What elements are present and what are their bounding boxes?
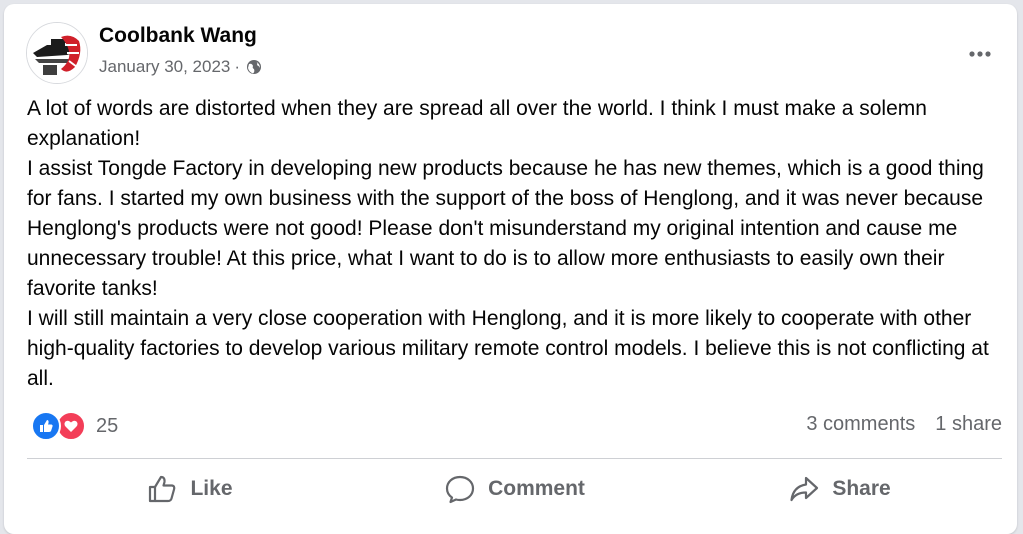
post-meta: January 30, 2023 · [99, 57, 262, 77]
like-reaction-icon [31, 411, 61, 441]
post-paragraph: I will still maintain a very close coope… [27, 307, 989, 390]
avatar-logo-icon [27, 23, 87, 83]
share-button[interactable]: Share [677, 463, 1002, 515]
like-label: Like [190, 477, 233, 500]
reaction-count[interactable]: 25 [96, 415, 118, 438]
more-options-button[interactable] [962, 36, 998, 72]
comment-label: Comment [488, 477, 585, 500]
thumbs-up-icon [149, 475, 176, 503]
post-body: A lot of words are distorted when they a… [27, 94, 1007, 394]
reactions-summary[interactable]: 25 [31, 411, 118, 441]
post-header: Coolbank Wang January 30, 2023 · [26, 20, 1006, 84]
comment-button[interactable]: Comment [352, 463, 677, 515]
like-button[interactable]: Like [27, 463, 352, 515]
more-options-icon [969, 51, 991, 57]
post-paragraph: I assist Tongde Factory in developing ne… [27, 157, 984, 300]
comment-bubble-icon [445, 475, 475, 504]
globe-icon [247, 60, 262, 74]
post-card: Coolbank Wang January 30, 2023 · A lot o… [4, 4, 1017, 534]
actions-divider [27, 458, 1002, 459]
comments-count[interactable]: 3 comments [806, 413, 915, 436]
share-arrow-icon [790, 476, 819, 502]
post-paragraph: A lot of words are distorted when they a… [27, 97, 927, 150]
post-actions: Like Comment Share [27, 463, 1002, 515]
author-avatar[interactable] [26, 22, 88, 84]
engagement-counts: 3 comments 1 share [806, 413, 1002, 436]
post-stats: 25 3 comments 1 share [27, 407, 1002, 443]
share-label: Share [832, 477, 891, 500]
shares-count[interactable]: 1 share [935, 413, 1002, 436]
meta-separator: · [234, 57, 241, 76]
post-date[interactable]: January 30, 2023 [99, 57, 230, 77]
author-name[interactable]: Coolbank Wang [99, 24, 257, 48]
